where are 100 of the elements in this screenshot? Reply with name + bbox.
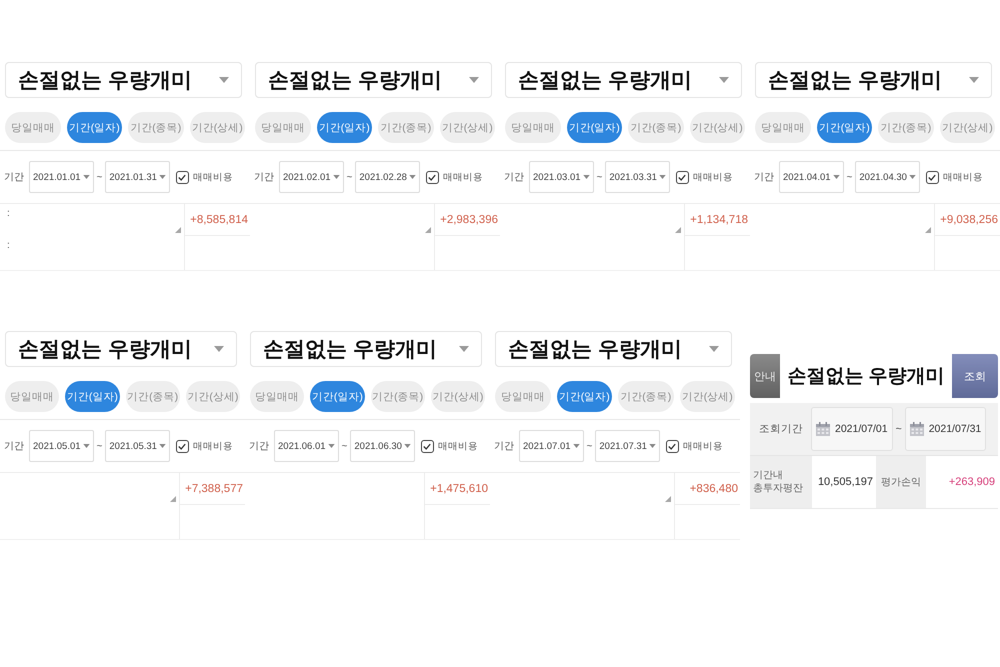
- date-dropdown[interactable]: 2021.06.30: [350, 430, 415, 462]
- range-separator: ~: [596, 172, 604, 182]
- caret-down-icon: [648, 444, 656, 448]
- tab[interactable]: 기간(상세): [440, 112, 495, 143]
- date-dropdown[interactable]: 2021.01.31: [105, 161, 170, 193]
- date-dropdown[interactable]: 2021.02.28: [355, 161, 420, 193]
- tab[interactable]: 기간(종목): [628, 112, 684, 143]
- tab[interactable]: 당일매매: [505, 112, 560, 143]
- checkbox[interactable]: [426, 170, 439, 184]
- tab[interactable]: 기간(종목): [370, 381, 425, 412]
- tab[interactable]: 기간(일자): [566, 112, 622, 143]
- tab[interactable]: 기간(상세): [680, 381, 735, 412]
- account-dropdown[interactable]: 손절없는 우량개미: [505, 62, 742, 98]
- tab[interactable]: 당일매매: [755, 112, 810, 143]
- checkmark-icon: [428, 174, 436, 180]
- period-label: 기간: [504, 171, 524, 184]
- tab[interactable]: 기간(일자): [66, 112, 122, 143]
- tab[interactable]: 기간(상세): [690, 112, 745, 143]
- checkbox[interactable]: [420, 440, 434, 452]
- tab[interactable]: 기간(상세): [186, 381, 240, 412]
- date-dropdown[interactable]: 2021.02.01: [279, 161, 344, 193]
- tab[interactable]: 기간(일자): [316, 112, 372, 143]
- range-separator: ~: [96, 172, 104, 182]
- stat-value: +263,909: [948, 476, 995, 488]
- date-dropdown[interactable]: 2021.07.01: [519, 430, 584, 462]
- checkbox[interactable]: [676, 170, 689, 184]
- tab[interactable]: 당일매매: [250, 381, 304, 412]
- checkmark-icon: [928, 174, 936, 180]
- caret-down-icon: [404, 444, 411, 448]
- caret-down-icon: [582, 175, 590, 179]
- tab[interactable]: 기간(종목): [878, 112, 934, 143]
- date-dropdown[interactable]: 2021.03.31: [605, 161, 670, 193]
- tab[interactable]: 당일매매: [495, 381, 550, 412]
- caret-down-icon: [82, 175, 90, 179]
- date-dropdown[interactable]: 2021.03.01: [529, 161, 594, 193]
- date-dropdown[interactable]: 2021.01.01: [29, 161, 94, 193]
- calendar-icon: [910, 422, 924, 436]
- checkbox[interactable]: [666, 440, 679, 452]
- caret-down-icon: [158, 444, 166, 448]
- stat-label: 기간내 총투자평잔: [753, 469, 803, 495]
- guide-button[interactable]: 안내: [750, 354, 780, 398]
- account-dropdown[interactable]: 손절없는 우량개미: [255, 62, 492, 98]
- date-dropdown[interactable]: 2021.05.01: [29, 430, 94, 462]
- checkbox-label: 매매비용: [942, 170, 983, 184]
- tab[interactable]: 당일매매: [255, 112, 310, 143]
- account-dropdown[interactable]: 손절없는 우량개미: [495, 331, 732, 367]
- tab[interactable]: 기간(종목): [618, 381, 674, 412]
- checkmark-icon: [678, 174, 686, 180]
- profit-value: +1,475,610: [430, 482, 488, 494]
- range-separator: ~: [346, 172, 354, 182]
- range-separator: ~: [96, 440, 104, 452]
- account-dropdown[interactable]: 손절없는 우량개미: [755, 62, 992, 98]
- checkbox-label: 매매비용: [192, 440, 233, 452]
- checkbox[interactable]: [176, 170, 189, 184]
- tab[interactable]: 기간(종목): [128, 112, 184, 143]
- checkbox-label: 매매비용: [442, 170, 483, 184]
- row-marker: :: [7, 208, 10, 219]
- date-dropdown[interactable]: 2021.04.01: [779, 161, 844, 193]
- tab[interactable]: 기간(일자): [310, 381, 364, 412]
- tab[interactable]: 기간(종목): [378, 112, 434, 143]
- checkmark-icon: [178, 174, 186, 180]
- tab[interactable]: 기간(종목): [126, 381, 180, 412]
- range-separator: ~: [896, 423, 902, 435]
- caret-down-icon: [214, 346, 224, 352]
- caret-down-icon: [709, 346, 719, 352]
- date-field[interactable]: 2021/07/01: [811, 407, 893, 451]
- tab[interactable]: 기간(상세): [190, 112, 245, 143]
- checkmark-icon: [423, 442, 432, 450]
- tab[interactable]: 기간(일자): [556, 381, 612, 412]
- tab[interactable]: 기간(상세): [430, 381, 485, 412]
- checkbox[interactable]: [926, 170, 939, 184]
- date-field[interactable]: 2021/07/31: [904, 407, 986, 451]
- tab[interactable]: 기간(일자): [816, 112, 872, 143]
- account-dropdown[interactable]: 손절없는 우량개미: [5, 331, 237, 367]
- tab[interactable]: 기간(일자): [65, 381, 120, 412]
- caret-down-icon: [219, 77, 229, 83]
- profit-value: +836,480: [690, 482, 738, 494]
- tab[interactable]: 당일매매: [5, 112, 60, 143]
- checkbox-label: 매매비용: [192, 170, 233, 184]
- caret-down-icon: [969, 77, 979, 83]
- tab[interactable]: 당일매매: [5, 381, 60, 412]
- caret-down-icon: [469, 77, 479, 83]
- period-label: 기간: [494, 440, 514, 453]
- date-dropdown[interactable]: 2021.04.30: [855, 161, 920, 193]
- tab[interactable]: 기간(상세): [940, 112, 995, 143]
- account-dropdown[interactable]: 손절없는 우량개미: [5, 62, 242, 98]
- caret-down-icon: [658, 175, 666, 179]
- row-marker: :: [7, 240, 10, 251]
- date-dropdown[interactable]: 2021.06.01: [274, 430, 339, 462]
- date-dropdown[interactable]: 2021.05.31: [105, 430, 170, 462]
- date-dropdown[interactable]: 2021.07.31: [595, 430, 660, 462]
- search-button[interactable]: 조회: [952, 354, 998, 398]
- checkbox-label: 매매비용: [682, 440, 723, 452]
- profit-value: +2,983,396: [440, 214, 498, 226]
- range-separator: ~: [846, 172, 854, 182]
- account-dropdown[interactable]: 손절없는 우량개미: [250, 331, 482, 367]
- profit-value: +8,585,814: [190, 214, 248, 226]
- caret-down-icon: [332, 175, 340, 179]
- checkbox[interactable]: [176, 440, 189, 452]
- stat-label: 평가손익: [881, 476, 921, 488]
